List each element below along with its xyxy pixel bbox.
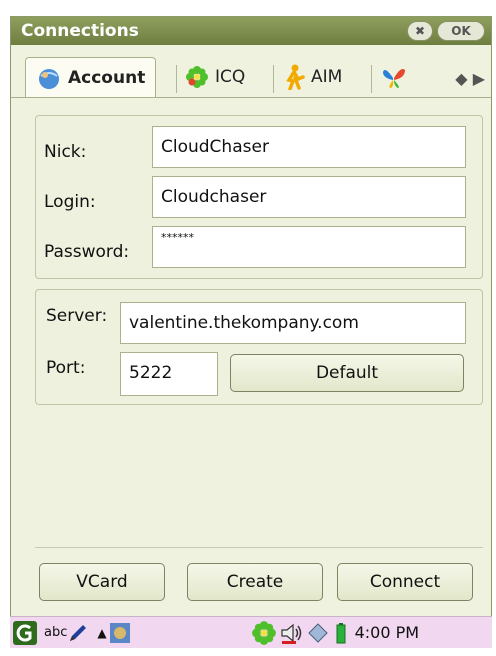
connect-button[interactable]: Connect xyxy=(337,563,473,601)
tab-icq-label: ICQ xyxy=(215,67,246,87)
tab-bar: Account ICQ AIM ◆ ▶ xyxy=(11,47,491,98)
nick-field[interactable]: CloudChaser xyxy=(152,126,466,168)
password-field[interactable]: ****** xyxy=(152,226,466,268)
network-icon[interactable] xyxy=(307,622,329,644)
connect-button-label: Connect xyxy=(369,572,441,592)
tab-scroll-left-icon[interactable]: ◆ xyxy=(455,69,467,88)
pen-icon[interactable] xyxy=(67,622,89,644)
create-button[interactable]: Create xyxy=(187,563,323,601)
app-launcher-icon[interactable] xyxy=(109,622,131,644)
close-icon: ✖ xyxy=(414,24,426,38)
server-label: Server: xyxy=(46,306,108,326)
port-field[interactable]: 5222 xyxy=(120,352,218,396)
tab-scroll-right-icon[interactable]: ▶ xyxy=(473,69,485,88)
footer-divider xyxy=(35,547,483,548)
tab-aim[interactable]: AIM xyxy=(283,57,342,97)
up-arrow-icon[interactable]: ▲ xyxy=(97,626,106,640)
default-button-label: Default xyxy=(315,363,379,383)
ok-button[interactable]: OK xyxy=(437,21,485,41)
tab-msn[interactable] xyxy=(381,57,407,97)
taskbar: abc ▲ 4:00 PM xyxy=(10,616,492,648)
title-bar: Connections ✖ OK xyxy=(11,17,491,45)
tab-account[interactable]: Account xyxy=(25,57,157,97)
tab-aim-label: AIM xyxy=(311,67,343,87)
window-title: Connections xyxy=(21,21,139,41)
aim-running-man-icon xyxy=(286,64,305,90)
default-button[interactable]: Default xyxy=(230,354,464,392)
vcard-button[interactable]: VCard xyxy=(39,563,165,601)
login-label: Login: xyxy=(44,192,96,212)
msn-butterfly-icon xyxy=(383,69,405,88)
tab-scroll-arrows: ◆ ▶ xyxy=(455,69,485,88)
tab-icq[interactable]: ICQ xyxy=(185,57,245,97)
input-mode-label[interactable]: abc xyxy=(44,625,67,640)
connections-window: Connections ✖ OK Account ICQ AIM ◆ ▶ Nic… xyxy=(10,16,492,648)
password-label: Password: xyxy=(44,242,130,262)
server-field[interactable]: valentine.thekompany.com xyxy=(120,302,466,344)
account-panel: Nick: CloudChaser Login: Cloudchaser Pas… xyxy=(35,115,483,279)
tab-account-label: Account xyxy=(68,67,146,88)
volume-icon[interactable] xyxy=(279,621,305,645)
battery-icon[interactable] xyxy=(335,622,347,644)
globe-user-icon xyxy=(39,68,59,89)
close-button[interactable]: ✖ xyxy=(407,21,433,41)
vcard-button-label: VCard xyxy=(76,572,128,592)
ok-label: OK xyxy=(451,24,471,38)
server-panel: Server: valentine.thekompany.com Port: 5… xyxy=(35,289,483,405)
clock[interactable]: 4:00 PM xyxy=(355,623,419,642)
icq-flower-icon xyxy=(186,66,208,88)
login-field[interactable]: Cloudchaser xyxy=(152,176,466,218)
start-menu-icon[interactable] xyxy=(12,620,38,646)
nick-label: Nick: xyxy=(44,142,87,162)
port-label: Port: xyxy=(46,358,86,378)
create-button-label: Create xyxy=(226,572,284,592)
icq-status-icon[interactable] xyxy=(251,620,277,646)
